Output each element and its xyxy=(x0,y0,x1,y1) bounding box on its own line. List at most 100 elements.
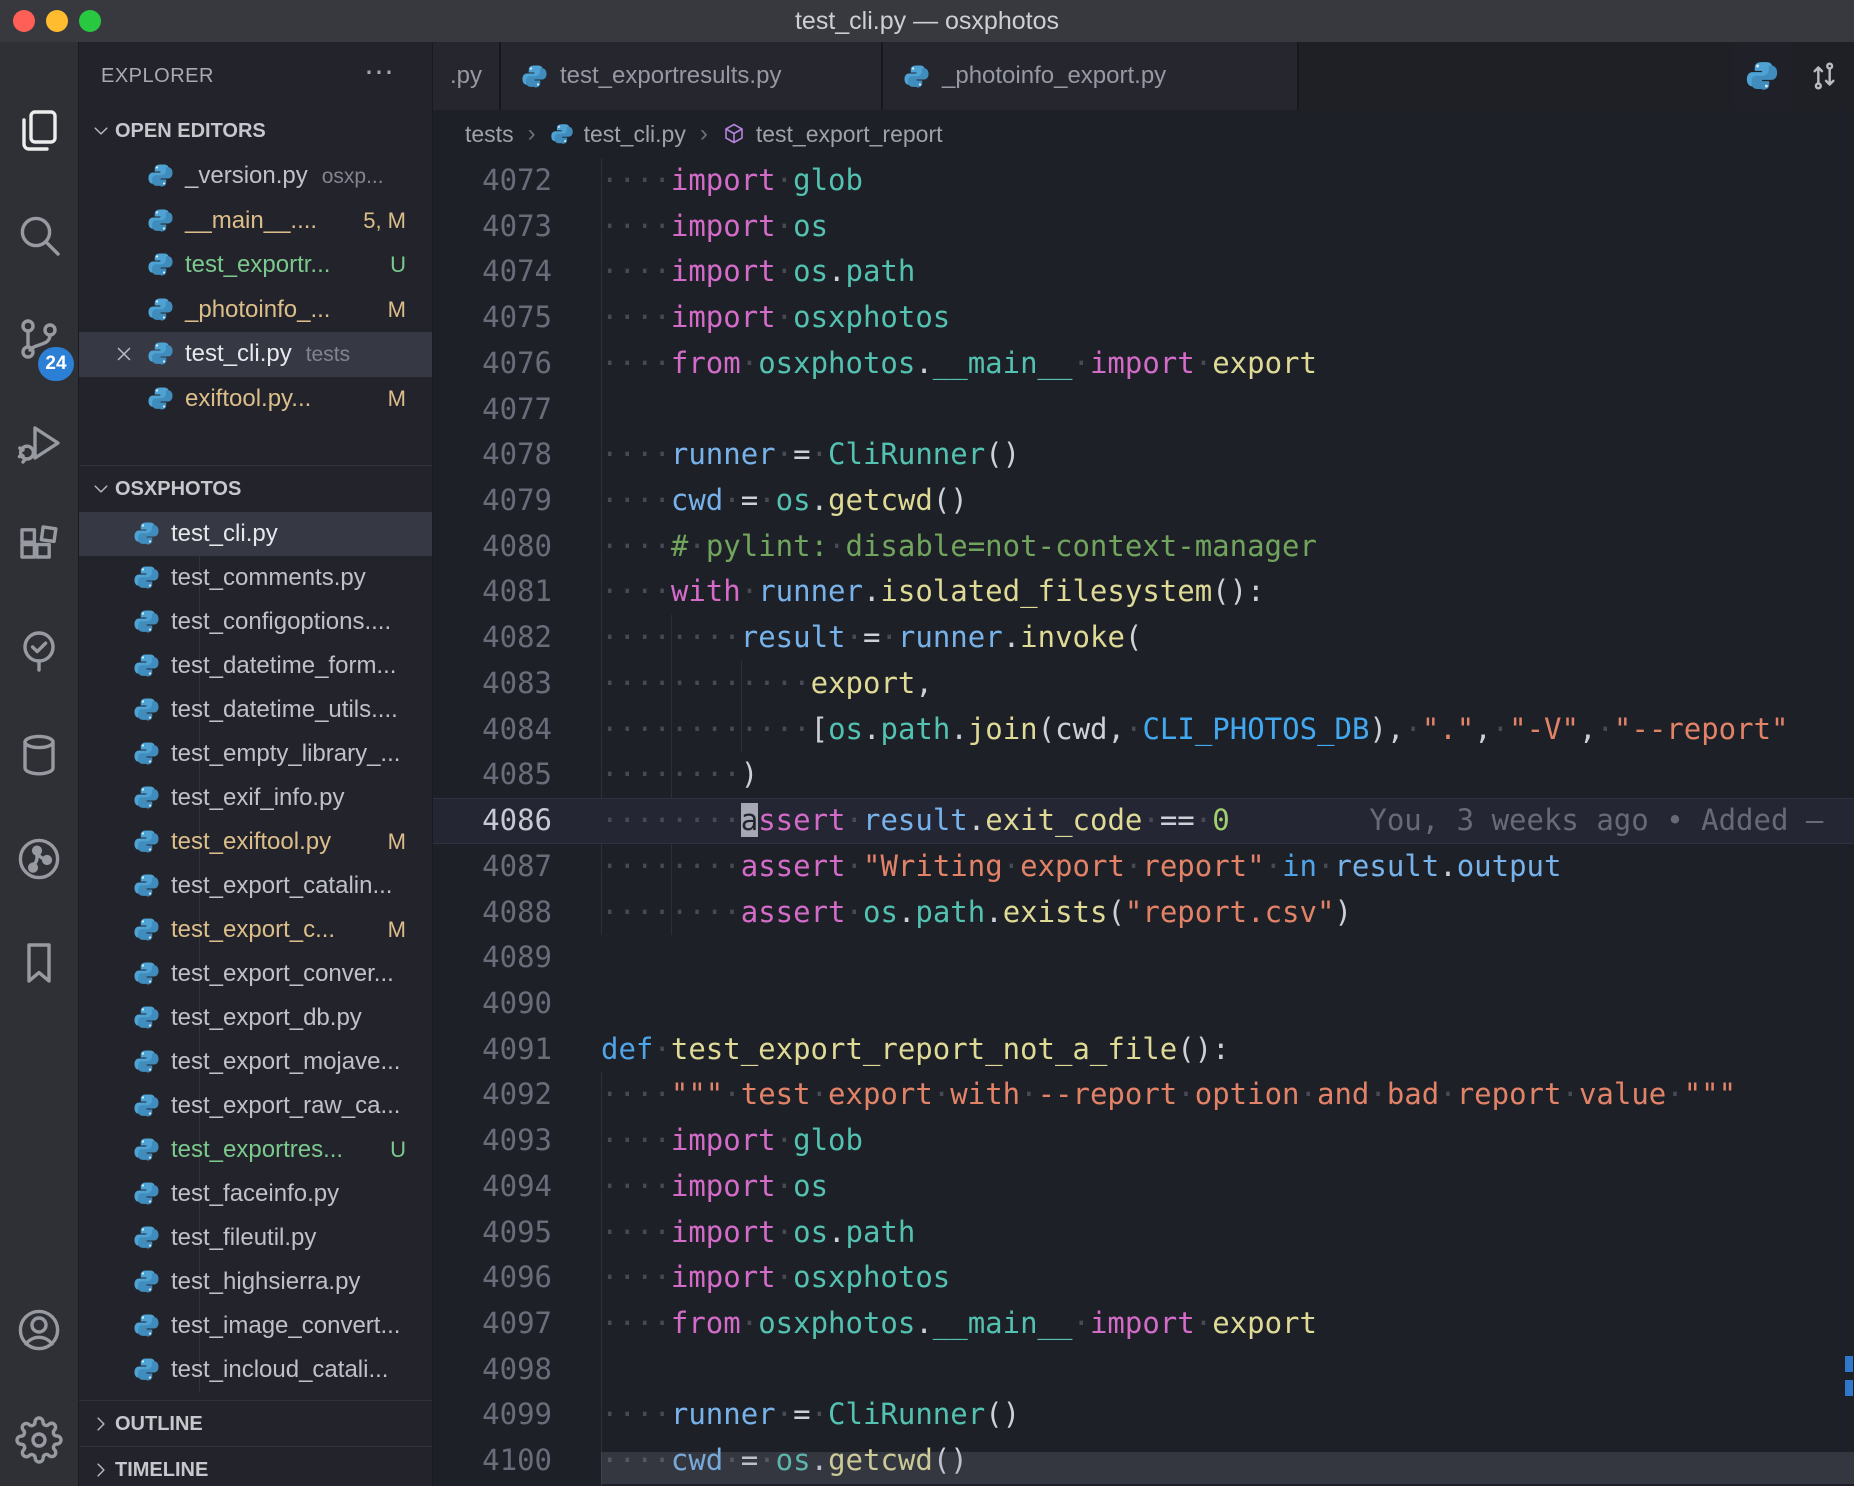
breadcrumb-item[interactable]: test_export_report xyxy=(756,121,943,148)
tree-item[interactable]: test_export_conver... xyxy=(79,952,432,996)
code-editor[interactable]: 4072····import·glob4073····import·os4074… xyxy=(433,158,1854,1486)
activity-database-icon[interactable] xyxy=(0,709,78,801)
section-timeline[interactable]: TIMELINE xyxy=(79,1446,432,1486)
line-number[interactable]: 4095 xyxy=(433,1210,552,1256)
line-number[interactable]: 4093 xyxy=(433,1118,552,1164)
tree-item[interactable]: test_cli.py xyxy=(79,512,432,556)
line-number[interactable]: 4091 xyxy=(433,1027,552,1073)
code-line[interactable]: 4094····import·os xyxy=(433,1164,1854,1210)
tree-item[interactable]: test_exportres...U xyxy=(79,1128,432,1172)
tree-item[interactable]: test_empty_library_... xyxy=(79,732,432,776)
code-line[interactable]: 4097····from·osxphotos.__main__·import·e… xyxy=(433,1301,1854,1347)
line-number[interactable]: 4081 xyxy=(433,569,552,615)
line-number[interactable]: 4079 xyxy=(433,478,552,524)
tab-test_exportresults.py[interactable]: test_exportresults.py xyxy=(501,42,883,110)
line-number[interactable]: 4100 xyxy=(433,1438,552,1484)
activity-testing-icon[interactable] xyxy=(0,605,78,697)
activity-source-control-icon[interactable]: 24 xyxy=(0,293,78,385)
code-line[interactable]: 4091def·test_export_report_not_a_file(): xyxy=(433,1027,1854,1073)
line-number[interactable]: 4098 xyxy=(433,1347,552,1393)
code-line[interactable]: 4099····runner·=·CliRunner() xyxy=(433,1392,1854,1438)
code-line[interactable]: 4096····import·osxphotos xyxy=(433,1255,1854,1301)
workspace-section-header[interactable]: OSXPHOTOS xyxy=(79,465,432,512)
line-number[interactable]: 4090 xyxy=(433,981,552,1027)
code-line[interactable]: 4072····import·glob xyxy=(433,158,1854,204)
code-line[interactable]: 4077 xyxy=(433,387,1854,433)
code-line[interactable]: 4088········assert·os.path.exists("repor… xyxy=(433,890,1854,936)
code-line[interactable]: 4080····#·pylint:·disable=not-context-ma… xyxy=(433,524,1854,570)
tree-item[interactable]: test_fileutil.py xyxy=(79,1216,432,1260)
code-line[interactable]: 4092····"""·test·export·with·--report·op… xyxy=(433,1072,1854,1118)
code-line[interactable]: 4084············[os.path.join(cwd,·CLI_P… xyxy=(433,707,1854,753)
activity-git-graph-icon[interactable] xyxy=(0,813,78,905)
open-editor-item[interactable]: _photoinfo_...M xyxy=(79,288,432,333)
breadcrumb-item[interactable]: test_cli.py xyxy=(584,121,686,148)
code-line[interactable]: 4089 xyxy=(433,935,1854,981)
tree-item[interactable]: test_highsierra.py xyxy=(79,1260,432,1304)
line-number[interactable]: 4092 xyxy=(433,1072,552,1118)
activity-settings-gear-icon[interactable] xyxy=(0,1394,78,1486)
code-line[interactable]: 4081····with·runner.isolated_filesystem(… xyxy=(433,569,1854,615)
tab-py[interactable]: .py xyxy=(433,42,501,110)
code-line[interactable]: 4082········result·=·runner.invoke( xyxy=(433,615,1854,661)
line-number[interactable]: 4077 xyxy=(433,387,552,433)
code-line[interactable]: 4078····runner·=·CliRunner() xyxy=(433,432,1854,478)
line-number[interactable]: 4086 xyxy=(433,798,552,844)
code-line[interactable]: 4087········assert·"Writing·export·repor… xyxy=(433,844,1854,890)
tree-item[interactable]: test_faceinfo.py xyxy=(79,1172,432,1216)
tree-item[interactable]: test_datetime_utils.... xyxy=(79,688,432,732)
python-logo-icon[interactable] xyxy=(1736,42,1788,110)
open-editor-item[interactable]: exiftool.py...M xyxy=(79,377,432,422)
line-number[interactable]: 4089 xyxy=(433,935,552,981)
activity-search-icon[interactable] xyxy=(0,189,78,281)
open-editor-item[interactable]: test_exportr...U xyxy=(79,243,432,288)
line-number[interactable]: 4083 xyxy=(433,661,552,707)
open-editor-item[interactable]: __main__....5, M xyxy=(79,199,432,244)
line-number[interactable]: 4072 xyxy=(433,158,552,204)
close-icon[interactable] xyxy=(113,343,135,365)
horizontal-scrollbar[interactable] xyxy=(601,1452,1854,1484)
code-line[interactable]: 4086········assert·result.exit_code·==·0… xyxy=(433,798,1854,844)
code-line[interactable]: 4093····import·glob xyxy=(433,1118,1854,1164)
code-line[interactable]: 4075····import·osxphotos xyxy=(433,295,1854,341)
code-line[interactable]: 4095····import·os.path xyxy=(433,1210,1854,1256)
tab-_photoinfo_export.py[interactable]: _photoinfo_export.py xyxy=(883,42,1299,110)
tree-item[interactable]: test_exif_info.py xyxy=(79,776,432,820)
tree-item[interactable]: test_export_mojave... xyxy=(79,1040,432,1084)
code-line[interactable]: 4079····cwd·=·os.getcwd() xyxy=(433,478,1854,524)
line-number[interactable]: 4085 xyxy=(433,752,552,798)
open-editor-item[interactable]: test_cli.pytests xyxy=(79,332,432,377)
tree-item[interactable]: test_export_raw_ca... xyxy=(79,1084,432,1128)
line-number[interactable]: 4080 xyxy=(433,524,552,570)
line-number[interactable]: 4094 xyxy=(433,1164,552,1210)
tree-item[interactable]: test_comments.py xyxy=(79,556,432,600)
activity-account-icon[interactable] xyxy=(0,1284,78,1376)
line-number[interactable]: 4075 xyxy=(433,295,552,341)
open-editor-item[interactable]: _version.pyosxp... xyxy=(79,154,432,199)
section-outline[interactable]: OUTLINE xyxy=(79,1400,432,1447)
line-number[interactable]: 4076 xyxy=(433,341,552,387)
code-line[interactable]: 4083············export, xyxy=(433,661,1854,707)
line-number[interactable]: 4087 xyxy=(433,844,552,890)
activity-run-debug-icon[interactable] xyxy=(0,397,78,489)
line-number[interactable]: 4078 xyxy=(433,432,552,478)
open-editors-header[interactable]: OPEN EDITORS xyxy=(79,108,432,154)
code-line[interactable]: 4090 xyxy=(433,981,1854,1027)
tree-item[interactable]: test_incloud_catali... xyxy=(79,1348,432,1392)
breadcrumb-item[interactable]: tests xyxy=(465,121,514,148)
tree-item[interactable]: test_export_db.py xyxy=(79,996,432,1040)
line-number[interactable]: 4082 xyxy=(433,615,552,661)
tree-item[interactable]: test_export_c...M xyxy=(79,908,432,952)
activity-extensions-icon[interactable] xyxy=(0,501,78,593)
tree-item[interactable]: test_configoptions.... xyxy=(79,600,432,644)
line-number[interactable]: 4088 xyxy=(433,890,552,936)
line-number[interactable]: 4096 xyxy=(433,1255,552,1301)
more-actions-icon[interactable]: ⋯ xyxy=(364,42,394,110)
code-line[interactable]: 4076····from·osxphotos.__main__·import·e… xyxy=(433,341,1854,387)
code-line[interactable]: 4074····import·os.path xyxy=(433,249,1854,295)
tree-item[interactable]: test_exiftool.pyM xyxy=(79,820,432,864)
activity-bookmarks-icon[interactable] xyxy=(0,917,78,1009)
tree-item[interactable]: test_datetime_form... xyxy=(79,644,432,688)
line-number[interactable]: 4074 xyxy=(433,249,552,295)
tree-item[interactable]: test_export_catalin... xyxy=(79,864,432,908)
